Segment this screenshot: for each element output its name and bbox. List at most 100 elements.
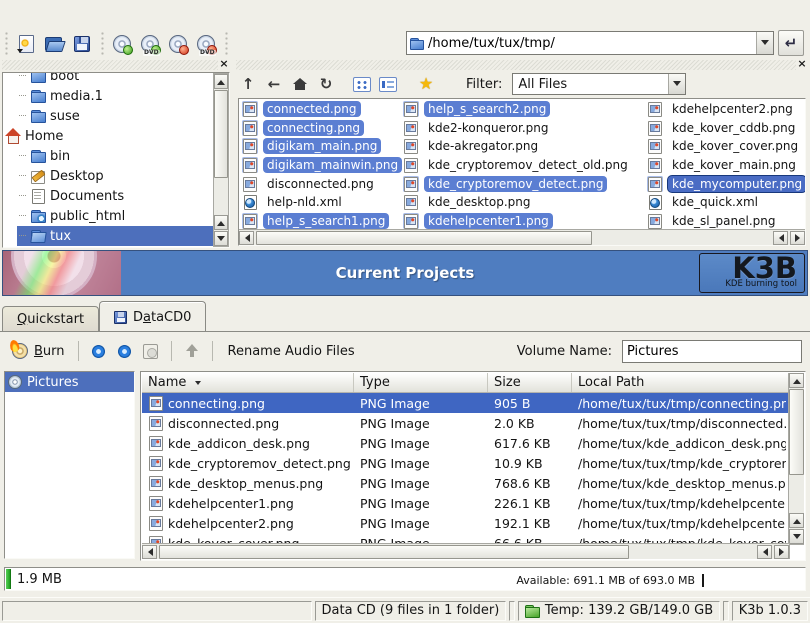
- volume-name-input[interactable]: [622, 340, 802, 363]
- file-item[interactable]: kde_desktop.png: [403, 193, 643, 212]
- tree-item[interactable]: suse: [3, 106, 213, 126]
- menu-item[interactable]: [22, 10, 40, 16]
- edit-boot-images-button[interactable]: [138, 339, 164, 363]
- bookmark-button[interactable]: ★: [414, 73, 438, 95]
- column-header-size[interactable]: Size: [488, 373, 572, 392]
- tree-item[interactable]: Desktop: [3, 166, 213, 186]
- file-item[interactable]: connecting.png: [242, 119, 400, 138]
- toolbar-grip[interactable]: [4, 31, 9, 57]
- close-icon[interactable]: ×: [218, 58, 230, 70]
- column-header-name[interactable]: Name: [142, 373, 354, 392]
- file-item[interactable]: kde_kover_main.png: [647, 156, 805, 175]
- tree-item[interactable]: tux: [3, 226, 213, 246]
- new-data-cd-button[interactable]: [108, 29, 136, 59]
- tree-item[interactable]: Documents: [3, 186, 213, 206]
- scroll-right-button[interactable]: [774, 545, 789, 559]
- scrollbar-thumb[interactable]: [214, 90, 228, 178]
- clear-session-button[interactable]: [112, 339, 138, 363]
- table-row[interactable]: kde_addicon_desk.png PNG Image 617.6 KB …: [142, 433, 788, 453]
- file-item[interactable]: kdehelpcenter2.png: [647, 100, 805, 119]
- file-item[interactable]: kde_kover_cddb.png: [647, 119, 805, 138]
- file-item[interactable]: kde_kover_cover.png: [647, 137, 805, 156]
- go-enter-button[interactable]: ↵: [778, 30, 804, 56]
- table-row[interactable]: kdehelpcenter1.png PNG Image 226.1 KB /h…: [142, 493, 788, 513]
- table-vscrollbar[interactable]: [788, 373, 804, 545]
- filter-dropdown-button[interactable]: [668, 74, 685, 94]
- file-item[interactable]: kde_quick.xml: [647, 193, 805, 212]
- save-project-button[interactable]: [68, 29, 96, 59]
- file-item[interactable]: kde_cryptoremov_detect_old.png: [403, 156, 643, 175]
- detail-view-button[interactable]: [376, 73, 400, 95]
- file-item[interactable]: help-nld.xml: [242, 193, 400, 212]
- rename-audio-button[interactable]: Rename Audio Files: [228, 344, 355, 359]
- toolbar-grip[interactable]: [224, 31, 229, 57]
- scroll-left-button[interactable]: [239, 231, 254, 245]
- tab-quickstart[interactable]: Quickstart: [2, 306, 99, 332]
- file-item[interactable]: kde_sl_panel.png: [647, 212, 805, 231]
- burn-button[interactable]: Burn: [6, 341, 71, 361]
- menu-item[interactable]: [94, 10, 112, 16]
- location-dropdown-button[interactable]: [756, 32, 773, 54]
- scroll-up-button[interactable]: [214, 74, 228, 89]
- browser-dock-handle[interactable]: ×: [236, 60, 808, 70]
- file-item[interactable]: connected.png: [242, 100, 400, 119]
- scrollbar-thumb[interactable]: [256, 231, 592, 245]
- menu-item[interactable]: [40, 10, 58, 16]
- file-item[interactable]: help_s_search1.png: [242, 212, 400, 231]
- import-session-button[interactable]: [86, 339, 112, 363]
- scroll-up-button[interactable]: [789, 513, 804, 528]
- column-header-path[interactable]: Local Path: [572, 373, 788, 392]
- up-button[interactable]: ↑: [236, 73, 260, 95]
- table-row[interactable]: kde_cryptoremov_detect.png PNG Image 10.…: [142, 453, 788, 473]
- home-button[interactable]: [288, 73, 312, 95]
- open-project-button[interactable]: [40, 29, 68, 59]
- tree-scrollbar[interactable]: [213, 73, 229, 247]
- file-item[interactable]: kdehelpcenter1.png: [403, 212, 643, 231]
- icon-view-button[interactable]: [350, 73, 374, 95]
- scroll-left-button[interactable]: [773, 231, 788, 245]
- location-input[interactable]: [428, 36, 752, 51]
- table-row[interactable]: connecting.png PNG Image 905 B /home/tux…: [142, 393, 788, 413]
- tree-item[interactable]: public_html: [3, 206, 213, 226]
- column-header-type[interactable]: Type: [354, 373, 488, 392]
- scroll-right-button[interactable]: [790, 231, 805, 245]
- back-button[interactable]: ←: [262, 73, 286, 95]
- file-item[interactable]: digikam_mainwin.png: [242, 156, 400, 175]
- new-project-button[interactable]: [12, 29, 40, 59]
- toolbar-grip[interactable]: [100, 31, 105, 57]
- menu-item[interactable]: [4, 10, 22, 16]
- browser-hscrollbar[interactable]: [239, 229, 805, 245]
- table-hscrollbar[interactable]: [142, 543, 790, 559]
- menu-item[interactable]: [76, 10, 94, 16]
- file-item[interactable]: kde-akregator.png: [403, 137, 643, 156]
- close-icon[interactable]: ×: [796, 58, 808, 70]
- file-item[interactable]: help_s_search2.png: [403, 100, 643, 119]
- scroll-left-button[interactable]: [757, 545, 772, 559]
- file-item[interactable]: disconnected.png: [242, 174, 400, 193]
- scrollbar-thumb[interactable]: [159, 545, 629, 559]
- scroll-up-button[interactable]: [214, 215, 228, 230]
- project-root-item[interactable]: Pictures: [5, 372, 134, 392]
- file-item[interactable]: kde_cryptoremov_detect.png: [403, 174, 643, 193]
- reload-button[interactable]: ↻: [314, 73, 338, 95]
- tree-item[interactable]: boot: [3, 72, 213, 86]
- temp-space-panel[interactable]: Temp: 139.2 GB/149.0 GB: [518, 601, 720, 621]
- location-combobox[interactable]: [406, 31, 774, 55]
- file-item[interactable]: kde_mycomputer.png: [647, 174, 805, 193]
- scroll-down-button[interactable]: [789, 529, 804, 544]
- tree-dock-handle[interactable]: ×: [2, 60, 230, 70]
- tree-item[interactable]: bin: [3, 146, 213, 166]
- tab-datacd0[interactable]: DataCD0: [99, 301, 206, 332]
- new-data-dvd-button[interactable]: DVD: [136, 29, 164, 59]
- parent-folder-button[interactable]: [179, 339, 205, 363]
- copy-dvd-button[interactable]: DVD: [192, 29, 220, 59]
- scroll-up-button[interactable]: [789, 373, 804, 388]
- menu-item[interactable]: [58, 10, 76, 16]
- tree-item[interactable]: media.1: [3, 86, 213, 106]
- table-row[interactable]: disconnected.png PNG Image 2.0 KB /home/…: [142, 413, 788, 433]
- copy-cd-button[interactable]: [164, 29, 192, 59]
- table-row[interactable]: kdehelpcenter2.png PNG Image 192.1 KB /h…: [142, 513, 788, 533]
- scroll-down-button[interactable]: [214, 231, 228, 246]
- filter-combobox[interactable]: All Files: [512, 73, 686, 95]
- file-item[interactable]: kde2-konqueror.png: [403, 119, 643, 138]
